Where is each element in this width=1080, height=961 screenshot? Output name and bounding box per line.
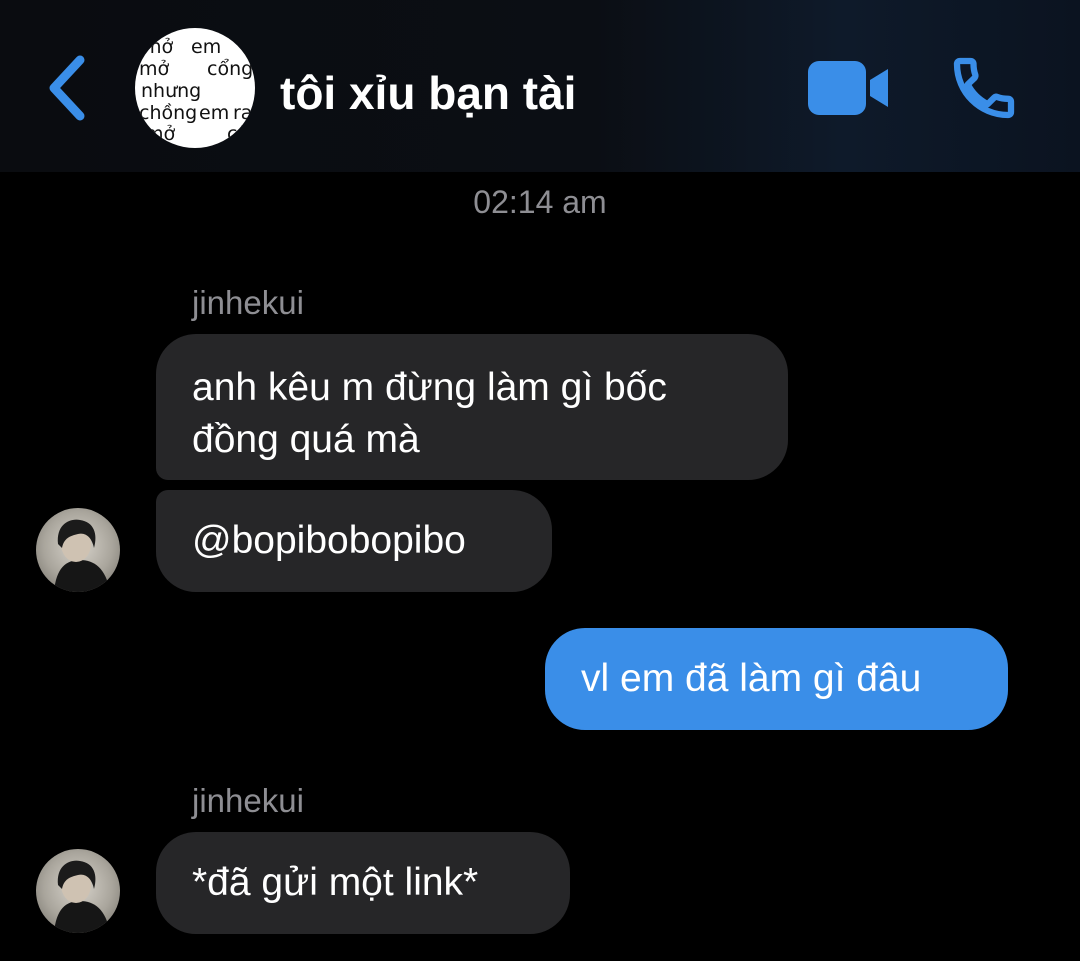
- avatar-word: cổng: [207, 58, 254, 80]
- message-bubble[interactable]: anh kêu m đừng làm gì bốc đồng quá mà: [156, 334, 788, 480]
- voice-call-button[interactable]: [946, 52, 1022, 124]
- avatar-word: mở: [143, 36, 174, 58]
- person-photo: [54, 860, 110, 933]
- video-camera-icon: [808, 61, 888, 115]
- phone-icon: [953, 57, 1015, 119]
- sender-name: jinhekui: [192, 284, 304, 321]
- message-bubble[interactable]: @bopibobopibo: [156, 490, 552, 592]
- message-text-line: vl em đã làm gì đâu: [581, 657, 922, 700]
- avatar-word: chồng: [139, 102, 198, 124]
- avatar-word: nhưng: [141, 80, 202, 102]
- avatar-word: em: [191, 36, 222, 58]
- chat-title[interactable]: tôi xỉu bạn tài: [280, 66, 576, 120]
- message-bubble[interactable]: *đã gửi một link*: [156, 832, 570, 934]
- message-text-line: @bopibobopibo: [192, 519, 466, 562]
- message-text-line: anh kêu m đừng làm gì bốc: [192, 366, 667, 409]
- chevron-left-icon: [49, 55, 85, 121]
- video-call-button[interactable]: [806, 58, 890, 118]
- avatar-word: em: [199, 102, 230, 124]
- sender-name: jinhekui: [192, 782, 304, 819]
- message-text-line: đồng quá mà: [192, 418, 420, 461]
- avatar-word: mở: [145, 123, 176, 145]
- message-bubble-outgoing[interactable]: vl em đã làm gì đâu: [545, 628, 1008, 730]
- message-text-line: *đã gửi một link*: [192, 861, 479, 904]
- sender-avatar[interactable]: [36, 849, 120, 933]
- group-avatar[interactable]: mở em mở cổng nhưng chồng em ra mở cửa: [135, 28, 255, 148]
- chat-header: mở em mở cổng nhưng chồng em ra mở cửa t…: [0, 0, 1080, 172]
- avatar-word: ra: [233, 102, 253, 124]
- back-button[interactable]: [40, 52, 96, 124]
- message-timestamp: 02:14 am: [473, 184, 607, 220]
- avatar-word: mở: [139, 58, 170, 80]
- avatar-word: cửa: [227, 123, 255, 145]
- sender-avatar[interactable]: [36, 508, 120, 592]
- person-photo: [54, 519, 110, 592]
